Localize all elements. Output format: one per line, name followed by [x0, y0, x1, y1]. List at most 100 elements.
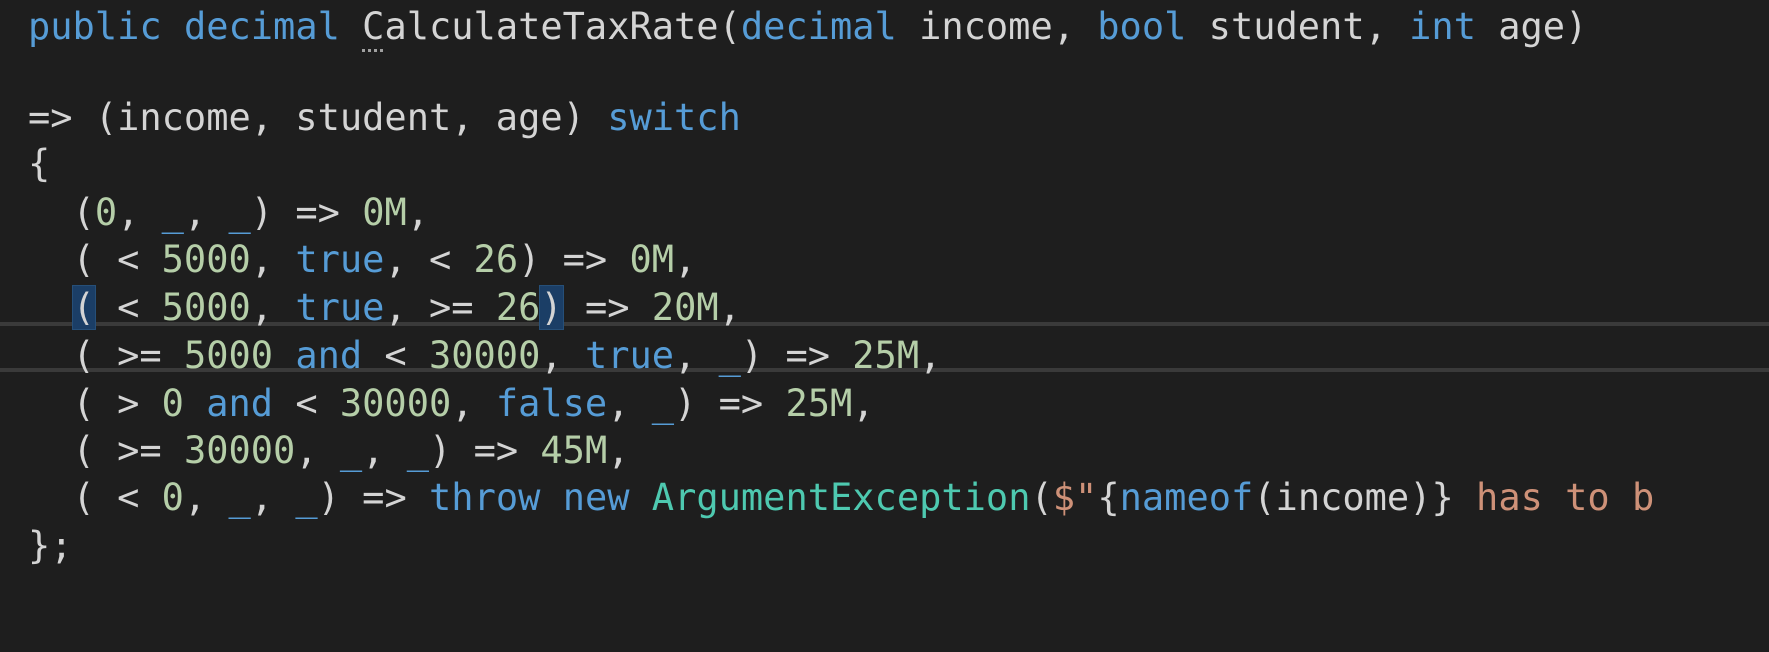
- token-default: ( >=: [28, 429, 184, 472]
- token-number: 30000: [183, 429, 296, 472]
- token-default: (income)}: [1253, 476, 1454, 519]
- token-keyword: and: [295, 334, 363, 377]
- token-keyword: _: [228, 191, 251, 234]
- token-default: ,: [250, 238, 296, 281]
- token-default: {: [28, 142, 51, 185]
- token-type: ArgumentException: [651, 476, 1031, 519]
- token-number: 25M: [785, 382, 853, 425]
- code-line[interactable]: ( < 0, _, _) => throw new ArgumentExcept…: [28, 471, 1655, 525]
- token-default: [162, 5, 184, 48]
- code-line[interactable]: => (income, student, age) switch: [28, 91, 741, 145]
- token-default: ) =>: [674, 382, 786, 425]
- token-default: ) =>: [250, 191, 363, 234]
- token-default: alculateTaxRate(: [384, 5, 741, 48]
- token-default: ,: [295, 429, 340, 472]
- token-default: C: [362, 5, 385, 48]
- token-default: ( <: [28, 476, 162, 519]
- token-number: 0M: [362, 191, 407, 234]
- token-default: , <: [384, 238, 474, 281]
- token-number: 0: [161, 382, 184, 425]
- token-default: ,: [607, 429, 630, 472]
- token-keyword: public: [28, 5, 162, 48]
- token-default: [540, 476, 562, 519]
- token-default: ) =>: [429, 429, 541, 472]
- token-keyword: _: [406, 429, 430, 472]
- code-line[interactable]: public decimal CalculateTaxRate(decimal …: [28, 0, 1587, 54]
- code-line[interactable]: ( < 5000, true, < 26) => 0M,: [28, 233, 697, 287]
- token-number: 5000: [161, 238, 251, 281]
- token-default: ,: [852, 382, 875, 425]
- token-default: ,: [250, 476, 296, 519]
- token-number: 5000: [161, 286, 251, 329]
- token-default: ,: [183, 191, 229, 234]
- token-keyword: true: [295, 238, 385, 281]
- token-default: ,: [718, 286, 741, 329]
- token-default: =>: [562, 286, 652, 329]
- token-default: ( <: [28, 238, 162, 281]
- token-keyword: decimal: [740, 5, 897, 48]
- token-default: [28, 286, 73, 329]
- token-default: , >=: [384, 286, 496, 329]
- code-line[interactable]: ( >= 30000, _, _) => 45M,: [28, 424, 630, 478]
- token-default: [630, 476, 652, 519]
- code-line[interactable]: };: [28, 519, 73, 573]
- code-line-current[interactable]: ( < 5000, true, >= 26) => 20M,: [28, 281, 741, 335]
- token-keyword: new: [562, 476, 630, 519]
- token-default: ,: [607, 382, 652, 425]
- token-default: {: [1097, 476, 1120, 519]
- bracket-match-token: ): [539, 285, 564, 330]
- token-default: ( >=: [28, 334, 184, 377]
- token-default: ,: [117, 191, 162, 234]
- token-number: 25M: [852, 334, 920, 377]
- token-string: has to b: [1453, 476, 1655, 519]
- token-default: student,: [1186, 5, 1410, 48]
- token-default: (: [1030, 476, 1053, 519]
- token-default: income,: [896, 5, 1098, 48]
- token-keyword: true: [295, 286, 385, 329]
- code-editor[interactable]: public decimal CalculateTaxRate(decimal …: [0, 0, 1769, 652]
- token-default: ,: [919, 334, 942, 377]
- token-number: 0: [161, 476, 184, 519]
- token-default: <: [273, 382, 340, 425]
- token-keyword: nameof: [1119, 476, 1254, 519]
- token-default: ,: [451, 382, 496, 425]
- token-keyword: _: [295, 476, 318, 519]
- token-default: ) =>: [317, 476, 430, 519]
- token-keyword: _: [651, 382, 675, 425]
- token-number: 30000: [428, 334, 541, 377]
- token-number: 5000: [183, 334, 274, 377]
- token-default: ) =>: [740, 334, 853, 377]
- token-default: age): [1475, 5, 1588, 48]
- token-keyword: switch: [607, 96, 741, 139]
- token-default: ,: [406, 191, 430, 234]
- token-keyword: _: [161, 191, 184, 234]
- code-line[interactable]: {: [28, 137, 50, 191]
- code-line[interactable]: ( >= 5000 and < 30000, true, _) => 25M,: [28, 329, 942, 383]
- token-number: 26: [495, 286, 541, 329]
- token-number: 20M: [651, 286, 719, 329]
- token-default: };: [28, 524, 73, 567]
- token-number: 30000: [339, 382, 452, 425]
- code-line[interactable]: (0, _, _) => 0M,: [28, 186, 429, 240]
- token-keyword: false: [495, 382, 608, 425]
- code-line[interactable]: ( > 0 and < 30000, false, _) => 25M,: [28, 377, 875, 431]
- token-default: => (income, student, age): [28, 96, 608, 139]
- token-default: ,: [674, 334, 719, 377]
- token-default: ,: [250, 286, 296, 329]
- token-number: 45M: [540, 429, 608, 472]
- token-keyword: _: [718, 334, 741, 377]
- token-default: [340, 5, 362, 48]
- bracket-match-token: (: [71, 285, 96, 330]
- token-keyword: int: [1409, 5, 1476, 48]
- token-string: $": [1052, 476, 1098, 519]
- token-number: 0: [94, 191, 118, 234]
- token-keyword: _: [228, 476, 251, 519]
- token-default: (: [28, 191, 95, 234]
- token-keyword: decimal: [183, 5, 340, 48]
- token-default: ( >: [28, 382, 162, 425]
- token-default: [273, 334, 295, 377]
- token-keyword: and: [206, 382, 274, 425]
- token-keyword: throw: [429, 476, 541, 519]
- token-keyword: bool: [1097, 5, 1187, 48]
- token-default: ,: [362, 429, 407, 472]
